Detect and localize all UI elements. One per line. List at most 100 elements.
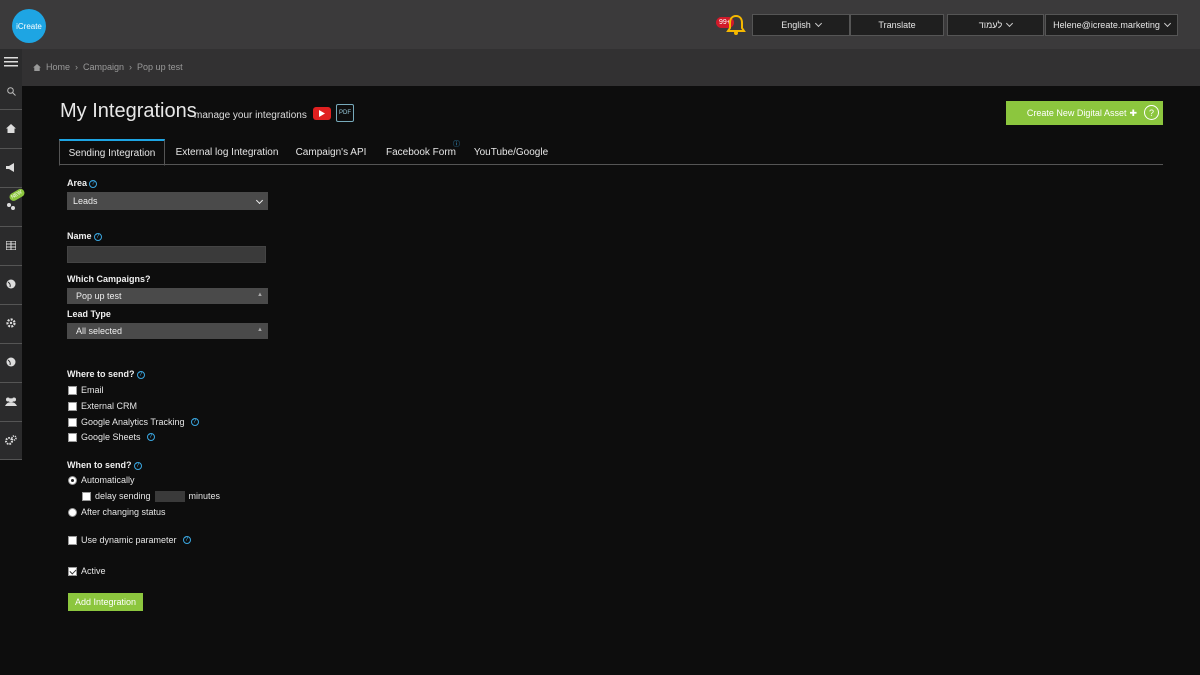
page-title: My Integrations — [60, 100, 197, 122]
chevron-down-icon — [814, 19, 822, 28]
where-option-google-sheets[interactable]: Google Sheets? — [68, 431, 155, 443]
campaigns-select[interactable]: Pop up test ▲ — [67, 288, 268, 304]
checkbox-label: Active — [81, 566, 106, 576]
globe-icon[interactable] — [0, 277, 22, 291]
delay-sending-checkbox[interactable] — [82, 491, 91, 501]
sidebar-divider — [0, 148, 22, 149]
hamburger-menu-icon[interactable] — [0, 55, 22, 69]
email-checkbox[interactable] — [68, 385, 77, 395]
cogs-icon[interactable] — [0, 433, 22, 447]
add-integration-button[interactable]: Add Integration — [68, 593, 143, 611]
when-option-after-status[interactable]: After changing status — [68, 506, 166, 518]
tab-youtube-google[interactable]: YouTube/Google — [471, 139, 551, 165]
breadcrumb-separator: › — [129, 62, 133, 72]
sidebar-divider — [0, 343, 22, 344]
tab-sending-integration[interactable]: Sending Integration — [59, 139, 165, 166]
area-label: Area? — [67, 178, 98, 188]
minutes-label: minutes — [188, 491, 221, 501]
logo-text: iCreate — [16, 21, 42, 31]
users-icon[interactable] — [0, 394, 22, 408]
checkbox-label: Google Sheets — [81, 432, 141, 442]
table-icon[interactable] — [0, 238, 22, 252]
breadcrumb-campaign[interactable]: Campaign — [83, 62, 124, 72]
checkbox-label: Email — [81, 385, 104, 395]
delay-sending-label: delay sending — [95, 491, 151, 501]
dynamic-parameter-checkbox[interactable] — [68, 535, 77, 545]
new-feature-icon[interactable] — [0, 199, 22, 213]
delay-minutes-input[interactable] — [154, 490, 185, 502]
where-option-google-analytics[interactable]: Google Analytics Tracking? — [68, 416, 199, 428]
tab-label: Sending Integration — [68, 147, 156, 159]
user-menu-dropdown[interactable]: Helene@icreate.marketing — [1045, 14, 1178, 36]
breadcrumb-bar: Home › Campaign › Pop up test — [22, 49, 1200, 86]
help-icon[interactable]: ? — [146, 433, 155, 441]
google-sheets-checkbox[interactable] — [68, 432, 77, 442]
name-label: Name? — [67, 231, 102, 241]
gear-icon[interactable] — [0, 316, 22, 330]
help-icon[interactable]: ? — [182, 536, 191, 544]
language-dropdown[interactable]: English — [752, 14, 850, 36]
help-icon[interactable]: ⓘ — [453, 139, 460, 149]
checkbox-label: Use dynamic parameter — [81, 535, 177, 545]
where-option-email[interactable]: Email — [68, 384, 104, 396]
megaphone-icon[interactable] — [0, 160, 22, 174]
tab-label: YouTube/Google — [473, 146, 549, 158]
external-crm-checkbox[interactable] — [68, 401, 77, 411]
pdf-icon[interactable]: PDF — [336, 104, 354, 122]
help-icon[interactable]: ? — [89, 179, 98, 188]
when-to-send-label: When to send?? — [67, 460, 142, 470]
lead-type-select[interactable]: All selected ▲ — [67, 323, 268, 339]
chevron-down-icon — [255, 196, 264, 205]
page-subtitle: manage your integrations — [194, 110, 307, 121]
hebrew-label: לעמוד — [978, 20, 1003, 30]
lead-type-select-value: All selected — [76, 326, 123, 336]
active-row[interactable]: Active — [68, 565, 106, 577]
name-label-text: Name — [67, 231, 92, 241]
globe-icon[interactable] — [0, 355, 22, 369]
youtube-icon[interactable] — [313, 107, 331, 120]
automatically-radio[interactable] — [68, 475, 77, 485]
area-select-value: Leads — [73, 196, 98, 206]
breadcrumb-home[interactable]: Home — [46, 62, 70, 72]
integration-tabs: Sending Integration External log Integra… — [59, 139, 1163, 166]
active-checkbox[interactable] — [68, 566, 77, 576]
help-icon[interactable]: ? — [133, 461, 142, 470]
when-option-automatically[interactable]: Automatically — [68, 474, 135, 486]
which-campaigns-label: Which Campaigns? — [67, 274, 151, 284]
chevron-down-icon — [1163, 19, 1171, 28]
search-icon[interactable] — [0, 85, 22, 97]
where-option-external-crm[interactable]: External CRM — [68, 400, 137, 412]
notifications-button[interactable]: 99+ — [716, 14, 748, 38]
chevron-down-icon — [1006, 19, 1014, 28]
help-icon[interactable]: ? — [190, 418, 199, 426]
home-icon[interactable] — [0, 121, 22, 135]
checkbox-label: Google Analytics Tracking — [81, 417, 185, 427]
caret-icon: ▲ — [257, 292, 263, 298]
tab-label: Facebook Form — [385, 146, 457, 158]
tab-facebook-form[interactable]: Facebook Form — [383, 139, 459, 165]
where-to-send-label: Where to send?? — [67, 369, 145, 379]
area-select[interactable]: Leads — [67, 192, 268, 210]
plus-icon: ✚ — [1129, 107, 1137, 118]
hebrew-dropdown[interactable]: לעמוד — [947, 14, 1044, 36]
where-label-text: Where to send? — [67, 369, 135, 379]
tab-campaigns-api[interactable]: Campaign's API — [293, 139, 369, 165]
name-input[interactable] — [67, 246, 266, 263]
help-icon[interactable]: ? — [136, 370, 145, 379]
translate-button[interactable]: Translate — [850, 14, 944, 36]
bell-icon — [726, 14, 746, 35]
dynamic-parameter-row[interactable]: Use dynamic parameter? — [68, 534, 191, 546]
help-icon[interactable]: ? — [1144, 105, 1159, 120]
google-analytics-checkbox[interactable] — [68, 417, 77, 427]
help-icon[interactable]: ? — [93, 232, 102, 241]
sidebar-divider — [0, 421, 22, 422]
home-icon — [33, 63, 41, 71]
after-status-radio[interactable] — [68, 507, 77, 517]
app-logo[interactable]: iCreate — [12, 9, 46, 43]
sidebar-divider — [0, 304, 22, 305]
create-new-digital-asset-button[interactable]: Create New Digital Asset ✚ ? — [1006, 101, 1163, 125]
campaigns-select-value: Pop up test — [76, 291, 122, 301]
tab-external-log-integration[interactable]: External log Integration — [171, 139, 283, 165]
breadcrumb-current: Pop up test — [137, 62, 183, 72]
caret-icon: ▲ — [257, 327, 263, 333]
